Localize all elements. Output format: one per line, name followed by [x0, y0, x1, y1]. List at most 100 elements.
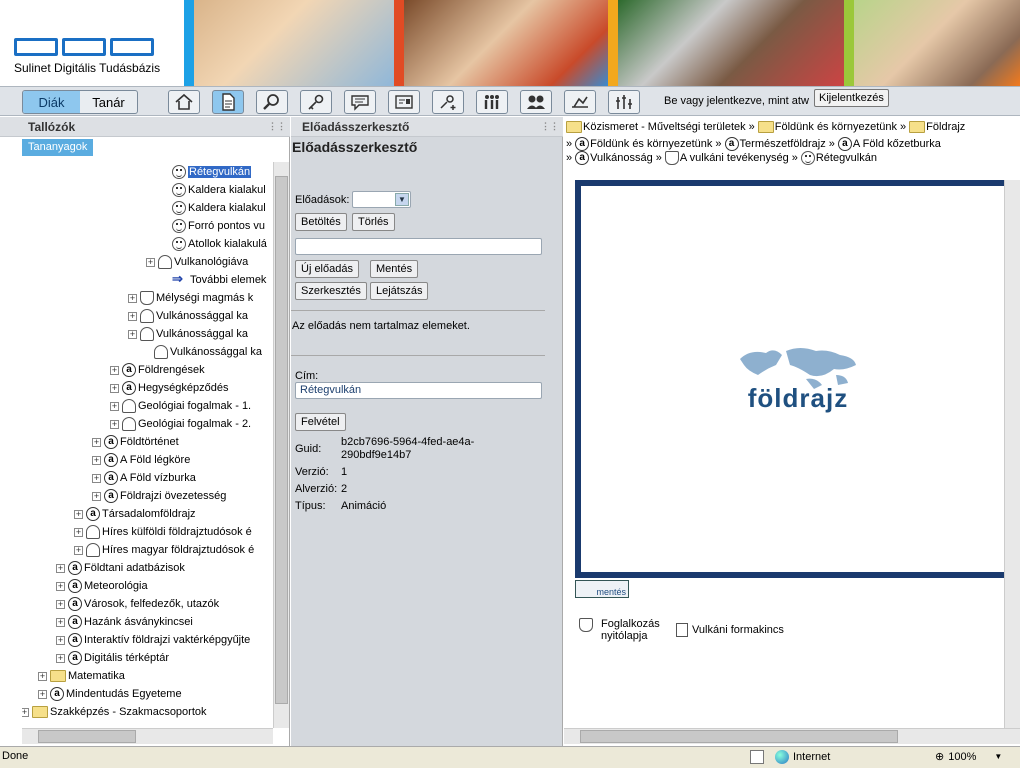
breadcrumb-item[interactable]: Földrajz: [909, 121, 965, 133]
tree-item[interactable]: + a Meteorológia: [56, 577, 148, 595]
tree-item[interactable]: + a Hegységképződés: [110, 379, 229, 397]
key-button[interactable]: [300, 90, 332, 114]
load-button[interactable]: Betöltés: [295, 213, 347, 231]
settings-button[interactable]: [608, 90, 640, 114]
key-plus-button[interactable]: [432, 90, 464, 114]
new-presentation-button[interactable]: Új előadás: [295, 260, 359, 278]
tree-item[interactable]: + Matematika: [38, 667, 125, 685]
tree-item[interactable]: + Híres külföldi földrajztudósok é: [74, 523, 252, 541]
panel-resize-grip-icon[interactable]: ⋮⋮: [268, 121, 286, 132]
tree-item[interactable]: + a Földtani adatbázisok: [56, 559, 185, 577]
breadcrumb-item[interactable]: Földünk és környezetünk: [757, 121, 897, 133]
expand-icon[interactable]: +: [110, 419, 119, 429]
tree-item[interactable]: + a Földrengések: [110, 361, 205, 379]
content-vertical-scrollbar[interactable]: [1004, 180, 1020, 728]
delete-button[interactable]: Törlés: [352, 213, 395, 231]
presentation-name-input[interactable]: [295, 238, 542, 255]
expand-icon[interactable]: +: [110, 383, 119, 393]
expand-icon[interactable]: +: [128, 311, 137, 321]
tree-item[interactable]: + Szakképzés - Szakmacsoportok: [22, 703, 207, 721]
record-button[interactable]: Felvétel: [295, 413, 346, 431]
edit-button[interactable]: Szerkesztés: [295, 282, 367, 300]
breadcrumb-item[interactable]: a Földünk és környezetünk: [575, 137, 712, 151]
expand-icon[interactable]: +: [56, 599, 65, 609]
breadcrumb-item[interactable]: aA Föld kőzetburka: [837, 137, 941, 151]
tree-item[interactable]: Kaldera kialakul: [172, 181, 266, 199]
tree-item[interactable]: + a Digitális térképtár: [56, 649, 169, 667]
link-vulkani-formakincs[interactable]: Vulkáni formakincs: [676, 623, 784, 637]
content-hscroll-thumb[interactable]: [580, 730, 898, 743]
tree-item[interactable]: + a Földrajzi övezetesség: [92, 487, 226, 505]
tree-item[interactable]: + a A Föld vízburka: [92, 469, 196, 487]
tree-item[interactable]: + a Hazánk ásványkincsei: [56, 613, 193, 631]
tree-item[interactable]: + a Társadalomföldrajz: [74, 505, 196, 523]
tree-item[interactable]: + Vulkánossággal ka: [128, 325, 248, 343]
breadcrumb-item[interactable]: a Természetföldrajz: [724, 137, 826, 151]
tab-tananyagok[interactable]: Tananyagok: [22, 139, 94, 156]
presentations-select[interactable]: ▼: [352, 191, 411, 208]
tree-item[interactable]: Vulkánossággal ka: [154, 343, 262, 361]
tree-horizontal-scrollbar[interactable]: [22, 728, 273, 744]
expand-icon[interactable]: +: [128, 293, 137, 303]
expand-icon[interactable]: +: [38, 689, 47, 699]
expand-icon[interactable]: +: [110, 401, 119, 411]
expand-icon[interactable]: +: [92, 455, 101, 465]
role-student-button[interactable]: Diák: [23, 91, 80, 113]
tree-vertical-scrollbar[interactable]: [273, 162, 289, 728]
expand-icon[interactable]: +: [56, 653, 65, 663]
search-button[interactable]: [256, 90, 288, 114]
breadcrumb-item[interactable]: Közismeret - Műveltségi területek: [566, 121, 746, 133]
group-button[interactable]: [476, 90, 508, 114]
chevron-down-icon[interactable]: ▼: [994, 752, 1002, 761]
breadcrumb-item[interactable]: a Vulkánosság: [575, 151, 653, 165]
expand-icon[interactable]: +: [56, 617, 65, 627]
tree-item[interactable]: + Geológiai fogalmak - 1.: [110, 397, 251, 415]
zoom-control[interactable]: ⊕ 100% ▼: [935, 750, 1002, 764]
expand-icon[interactable]: +: [56, 563, 65, 573]
expand-icon[interactable]: +: [128, 329, 137, 339]
expand-icon[interactable]: +: [74, 545, 83, 555]
logout-button[interactable]: Kijelentkezés: [814, 89, 889, 107]
tree-item[interactable]: + Geológiai fogalmak - 2.: [110, 415, 251, 433]
tree-item[interactable]: + a Interaktív földrajzi vaktérképgyűjte: [56, 631, 250, 649]
tree-hscroll-thumb[interactable]: [38, 730, 136, 743]
role-teacher-button[interactable]: Tanár: [80, 91, 137, 113]
panel-resize-grip-icon[interactable]: ⋮⋮: [541, 121, 559, 132]
expand-icon[interactable]: +: [74, 527, 83, 537]
tree-item[interactable]: + a Mindentudás Egyeteme: [38, 685, 182, 703]
tree-item[interactable]: + Vulkanológiáva: [146, 253, 248, 271]
home-button[interactable]: [168, 90, 200, 114]
breadcrumb-item[interactable]: Rétegvulkán: [800, 151, 877, 165]
tree-scroll-thumb[interactable]: [275, 176, 288, 704]
tree-item[interactable]: + a Városok, felfedezők, utazók: [56, 595, 219, 613]
tree-item[interactable]: + a Földtörténet: [92, 433, 179, 451]
content-horizontal-scrollbar[interactable]: [564, 728, 1020, 744]
users-button[interactable]: [520, 90, 552, 114]
card-button[interactable]: [388, 90, 420, 114]
save-button[interactable]: Mentés: [370, 260, 419, 278]
expand-icon[interactable]: +: [38, 671, 47, 681]
tree-item[interactable]: + Vulkánossággal ka: [128, 307, 248, 325]
expand-icon[interactable]: +: [92, 491, 101, 501]
tree-item[interactable]: + Híres magyar földrajztudósok é: [74, 541, 254, 559]
link-foglalkozas[interactable]: Foglalkozás nyitólapja: [579, 618, 671, 642]
expand-icon[interactable]: +: [56, 635, 65, 645]
play-button[interactable]: Lejátszás: [370, 282, 429, 300]
expand-icon[interactable]: +: [92, 437, 101, 447]
expand-icon[interactable]: +: [56, 581, 65, 591]
chevron-down-icon[interactable]: ▼: [395, 193, 409, 206]
tree-item[interactable]: Kaldera kialakul: [172, 199, 266, 217]
expand-icon[interactable]: +: [22, 707, 29, 717]
tree-item[interactable]: + Mélységi magmás k: [128, 289, 253, 307]
breadcrumb-item[interactable]: A vulkáni tevékenység: [664, 151, 789, 165]
expand-icon[interactable]: +: [74, 509, 83, 519]
role-toggle[interactable]: Diák Tanár: [22, 90, 138, 114]
document-button[interactable]: [212, 90, 244, 114]
expand-icon[interactable]: +: [92, 473, 101, 483]
tree-item[interactable]: ⇒ További elemek: [172, 271, 266, 289]
tree-item[interactable]: Rétegvulkán: [172, 163, 252, 181]
save-badge-button[interactable]: mentés: [575, 580, 629, 598]
tree-item[interactable]: Atollok kialakulá: [172, 235, 267, 253]
comment-button[interactable]: [344, 90, 376, 114]
tree-item[interactable]: Forró pontos vu: [172, 217, 265, 235]
